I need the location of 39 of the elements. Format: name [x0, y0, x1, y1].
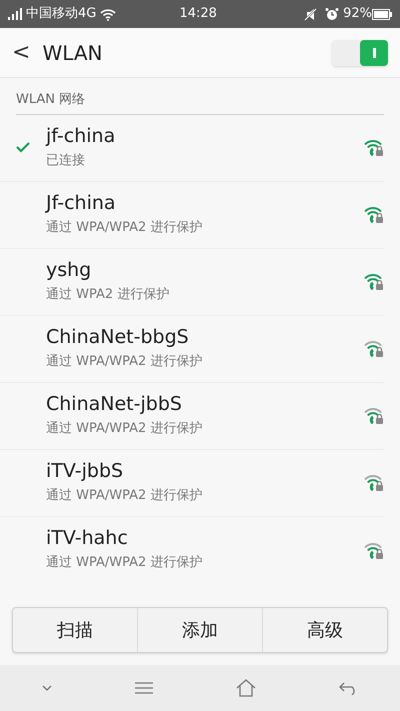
network-item[interactable]: ChinaNet-bbgS 通过 WPA/WPA2 进行保护 [0, 316, 384, 382]
back-button[interactable]: < [12, 36, 42, 69]
network-name: ChinaNet-bbgS [46, 326, 190, 350]
network-item[interactable]: jf-china 已连接 [0, 114, 384, 182]
page-title: WLAN [42, 40, 104, 66]
network-status: 通过 WPA/WPA2 进行保护 [46, 352, 204, 371]
network-item[interactable]: iTV-jbbS 通过 WPA/WPA2 进行保护 [0, 450, 384, 516]
network-name: yshg [46, 258, 92, 283]
home-icon[interactable] [236, 679, 256, 697]
clock-time: 14:28 [178, 5, 218, 24]
wlan-toggle[interactable] [332, 40, 388, 66]
network-name: jf-china [46, 124, 116, 149]
network-status: 通过 WPA/WPA2 进行保护 [46, 218, 204, 237]
battery-percent: 92% [343, 5, 372, 24]
section-label: WLAN 网络 [16, 90, 384, 114]
action-button[interactable]: 扫描 [13, 608, 137, 652]
battery-icon [372, 8, 392, 20]
network-status: 已连接 [46, 152, 86, 170]
network-name: ChinaNet-jbbS [46, 392, 183, 417]
network-status: 通过 WPA/WPA2 进行保护 [46, 486, 204, 505]
network-name: Jf-china [46, 192, 117, 216]
network-status: 通过 WPA2 进行保护 [46, 286, 170, 304]
network-item[interactable]: iTV-hahc 通过 WPA/WPA2 进行保护 [0, 516, 384, 584]
network-name: iTV-hahc [46, 527, 129, 552]
network-item[interactable]: yshg 通过 WPA2 进行保护 [0, 248, 384, 316]
action-button[interactable]: 高级 [262, 608, 387, 652]
network-item[interactable]: Jf-china 通过 WPA/WPA2 进行保护 [0, 182, 384, 248]
signal-icon [8, 8, 22, 20]
chevron-down-icon[interactable] [42, 685, 52, 691]
menu-icon[interactable] [134, 682, 152, 694]
action-button[interactable]: 添加 [137, 608, 262, 652]
network-status: 通过 WPA/WPA2 进行保护 [46, 420, 204, 438]
mute-icon [304, 8, 318, 20]
alarm-icon [325, 7, 340, 21]
network-status: 通过 WPA/WPA2 进行保护 [46, 554, 204, 572]
wifi-icon [100, 8, 116, 20]
carrier-name: 中国移动4G [26, 5, 96, 24]
network-name: iTV-jbbS [46, 460, 124, 484]
network-item[interactable]: ChinaNet-jbbS 通过 WPA/WPA2 进行保护 [0, 382, 384, 450]
